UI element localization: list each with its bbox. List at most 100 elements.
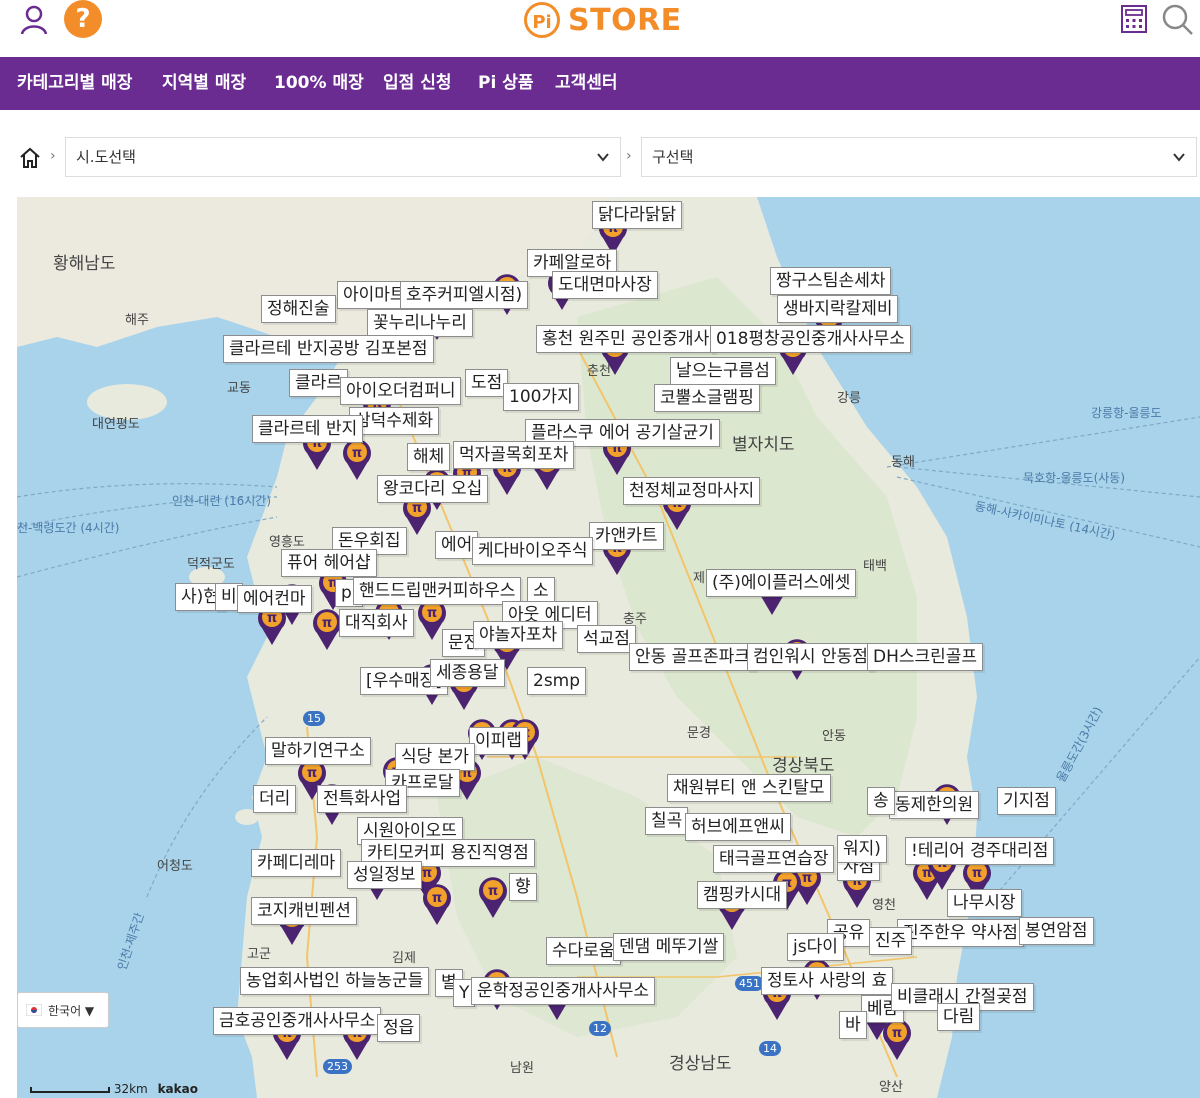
store-label[interactable]: 도대면마사장 [552,271,658,299]
map-city-label: 대연평도 [92,417,140,432]
svg-text:π: π [352,446,362,461]
korea-flag-icon [26,1004,42,1016]
map-city-label: 고군 [247,947,271,962]
home-icon[interactable] [18,146,42,170]
nav-item-apply[interactable]: 입점 신청 [383,57,451,110]
store-label[interactable]: 이피랩 [469,727,528,755]
store-label[interactable]: 향 [509,873,537,901]
store-label[interactable]: 정토사 사랑의 효 [761,967,894,995]
store-label[interactable]: 송 [867,787,895,815]
store-label[interactable]: 카페디레마 [251,849,342,877]
map-city-label: 문경 [687,726,711,741]
store-label[interactable]: 꽃누리나누리 [367,309,473,337]
store-label[interactable]: 해체 [407,443,451,471]
store-label[interactable]: 먹자골목회포차 [453,441,575,469]
store-label[interactable]: 컴인워시 안동점 [747,643,874,671]
map-region-label: 경상남도 [669,1054,732,1074]
gu-select[interactable]: 구선택 [641,137,1197,177]
store-label[interactable]: 클라르테 반지 [252,415,364,443]
nav-item-region-stores[interactable]: 지역별 매장 [162,57,246,110]
main-nav: 카테고리별 매장 지역별 매장 100% 매장 입점 신청 Pi 상품 고객센터 [0,57,1200,110]
store-label[interactable]: 동제한의원 [889,791,980,819]
store-label[interactable]: 말하기연구소 [265,737,371,765]
store-label[interactable]: 케다바이오주식 [472,537,594,565]
store-label[interactable]: 봉연암점 [1019,917,1094,945]
store-pin-icon[interactable]: π [421,882,453,926]
store-label[interactable]: 석교점 [577,625,636,653]
store-label[interactable]: 정해진술 [261,295,336,323]
calculator-icon[interactable] [1120,4,1148,34]
map-city-label: 해주 [125,313,149,328]
store-label[interactable]: 바 [839,1011,867,1039]
scale-label: 32km [113,1082,148,1096]
nav-item-100-stores[interactable]: 100% 매장 [274,57,364,110]
site-logo[interactable]: Pi STORE [524,0,682,40]
store-label[interactable]: 날으는구름섬 [670,357,776,385]
store-label[interactable]: 100가지 [503,383,579,411]
store-label[interactable]: 클라르테 반지공방 김포본점 [223,335,434,363]
store-label[interactable]: 진주한우 약사점 [897,919,1024,947]
store-label[interactable]: 안동 골프존파크 [629,643,756,671]
map-city-label: 영천 [872,898,896,913]
store-label[interactable]: 018평창공인중개사사무소 [710,325,911,353]
store-label[interactable]: 성일정보 [347,861,422,889]
store-label[interactable]: 기지점 [997,787,1056,815]
store-pin-icon[interactable]: π [881,1017,913,1061]
store-label[interactable]: 2smp [527,667,587,695]
map-city-label: 덕적군도 [187,557,235,572]
store-label[interactable]: 퓨어 헤어샵 [281,549,377,577]
help-button[interactable]: ? [64,0,102,38]
store-label[interactable]: 진주 [869,927,913,955]
store-label[interactable]: 코뿔소글램핑 [654,384,760,412]
store-label[interactable]: (주)에이플러스에셋 [706,569,857,597]
store-label[interactable]: 도점 [465,369,509,397]
store-label[interactable]: 금호공인중개사사무소 [213,1007,382,1035]
store-label[interactable]: 운학정공인중개사사무소 [471,977,656,1005]
sido-select[interactable]: 시.도선택 [65,137,621,177]
store-label[interactable]: !테리어 경주대리점 [905,837,1055,865]
store-label[interactable]: 식당 본가 [395,743,475,771]
store-label[interactable]: 워지) [837,835,887,863]
store-map[interactable]: 황해남도 경상북도 경상남도 별자치도 해주 춘천 강릉 동해 태백 충주 문경… [17,197,1200,1098]
store-label[interactable]: 태극골프연습장 [713,845,835,873]
store-label[interactable]: 채원뷰티 앤 스킨탈모 [667,774,831,802]
store-label[interactable]: 에어컨마 [237,585,312,613]
nav-item-pi-products[interactable]: Pi 상품 [478,57,534,110]
store-pin-icon[interactable]: π [341,437,373,481]
store-label[interactable]: 칠곡 [645,807,689,835]
store-label[interactable]: 농업회사법인 하늘농군들 [240,967,430,995]
map-scale: 32km kakao [30,1082,198,1096]
store-label[interactable]: 코지캐빈펜션 [251,897,357,925]
store-label[interactable]: 짱구스팀손세차 [770,267,892,295]
store-pin-icon[interactable]: π [477,875,509,919]
search-icon[interactable] [1160,2,1194,36]
store-label[interactable]: DH스크린골프 [867,643,984,671]
user-icon[interactable] [18,4,50,36]
store-label[interactable]: 수다로움 [546,937,621,965]
store-label[interactable]: 왕코다리 오십 [377,475,489,503]
store-label[interactable]: 아이오더컴퍼니 [340,377,462,405]
store-label[interactable]: 캠핑카시대 [697,881,788,909]
store-label[interactable]: 야놀자포차 [473,621,564,649]
store-label[interactable]: 핸드드립맨커피하우스 [353,577,522,605]
nav-item-customer-center[interactable]: 고객센터 [555,57,618,110]
logo-text: STORE [568,2,682,38]
store-label[interactable]: js다이 [787,933,844,961]
nav-item-category-stores[interactable]: 카테고리별 매장 [17,57,132,110]
map-route-label: 묵호항-울릉도(사동) [1023,471,1126,485]
language-select[interactable]: 한국어 ▼ [17,992,109,1028]
store-label[interactable]: 카앤카트 [589,522,664,550]
store-label[interactable]: 덴댐 메뚜기쌀 [613,933,725,961]
store-label[interactable]: 나무시장 [947,889,1022,917]
store-label[interactable]: 허브에프앤씨 [685,813,791,841]
store-label[interactable]: 대직회사 [339,609,414,637]
store-label[interactable]: 다림 [937,1003,981,1031]
store-label[interactable]: 세종용달 [430,659,505,687]
store-label[interactable]: 천정체교정마사지 [623,477,761,505]
store-label[interactable]: 더리 [253,785,297,813]
store-label[interactable]: 생바지락칼제비 [777,295,899,323]
store-label[interactable]: 전특화사업 [317,785,408,813]
store-label[interactable]: 호주커피엘시점) [400,281,529,309]
store-label[interactable]: 닭다라닭닭 [592,201,683,229]
store-label[interactable]: 홍천 원주민 공인중개사 [536,325,716,353]
